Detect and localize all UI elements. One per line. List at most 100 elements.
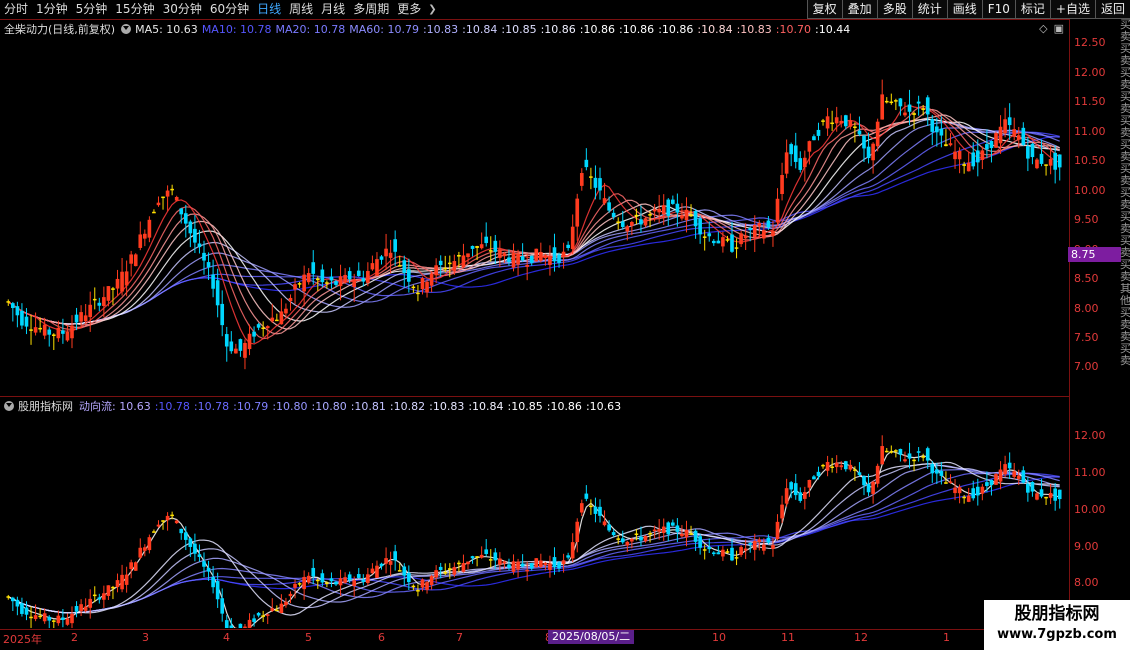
- add-watchlist-button[interactable]: +自选: [1049, 0, 1095, 19]
- candle: [816, 122, 821, 141]
- candle: [598, 499, 602, 523]
- draw-line-button[interactable]: 画线: [946, 0, 982, 19]
- candle: [953, 139, 957, 169]
- diamond-icon[interactable]: ◇: [1039, 22, 1047, 35]
- main-indicator-name[interactable]: 全柴动力(日线,前复权): [4, 21, 115, 37]
- tab-period-3[interactable]: 15分钟: [111, 0, 158, 19]
- candle: [97, 593, 102, 604]
- candle: [297, 582, 302, 587]
- sub-value: :10.78: [193, 399, 230, 413]
- x-tick: 4: [223, 631, 230, 644]
- ma-ribbon-line: [8, 461, 1060, 616]
- candle: [698, 533, 702, 555]
- sub-indicator-chart[interactable]: [0, 414, 1068, 628]
- dropdown-circle-icon[interactable]: [4, 401, 14, 411]
- candle: [1053, 145, 1057, 184]
- sub-indicator-name[interactable]: 股朋指标网: [18, 398, 73, 414]
- candle: [520, 554, 525, 568]
- x-tick: 3: [142, 631, 149, 644]
- candle: [70, 606, 74, 628]
- candle: [903, 101, 907, 118]
- x-axis: 2025年 2 3 4 5 6 7 8 10 11 12 1: [0, 630, 1070, 650]
- candle: [215, 572, 220, 608]
- candle: [111, 585, 115, 600]
- candle: [839, 115, 844, 128]
- candle: [284, 597, 288, 608]
- sub-value: :10.84: [468, 399, 504, 413]
- candle: [416, 285, 420, 302]
- candle: [616, 535, 621, 545]
- candle: [980, 146, 985, 170]
- x-tick: 2025年: [3, 633, 42, 646]
- tab-period-2[interactable]: 5分钟: [72, 0, 112, 19]
- tab-period-0[interactable]: 分时: [0, 0, 32, 19]
- chevron-right-icon[interactable]: ❯: [425, 0, 439, 19]
- candle: [106, 585, 111, 600]
- mark-button[interactable]: 标记: [1014, 0, 1050, 19]
- candle: [871, 142, 875, 174]
- window-icon[interactable]: ▣: [1054, 22, 1064, 35]
- tab-period-more[interactable]: 更多: [393, 0, 425, 19]
- candle: [306, 572, 311, 585]
- candle: [402, 255, 407, 288]
- candle: [42, 608, 47, 624]
- candle: [256, 611, 261, 618]
- candle: [989, 479, 994, 496]
- statistics-button[interactable]: 统计: [911, 0, 947, 19]
- y-tick: 11.50: [1074, 95, 1106, 108]
- tab-period-5[interactable]: 60分钟: [206, 0, 253, 19]
- candle: [1044, 164, 1048, 176]
- f10-button[interactable]: F10: [981, 0, 1015, 19]
- candle: [803, 486, 807, 510]
- tab-period-4[interactable]: 30分钟: [159, 0, 206, 19]
- candle: [857, 462, 862, 477]
- candle: [70, 315, 74, 349]
- candle: [784, 139, 789, 179]
- tab-period-9[interactable]: 多周期: [349, 0, 393, 19]
- tab-period-7[interactable]: 周线: [285, 0, 317, 19]
- candle: [1057, 154, 1062, 181]
- ma-ribbon-line: [8, 476, 1060, 614]
- candle: [306, 268, 311, 285]
- main-legend: 全柴动力(日线,前复权) MA5: 10.63 MA10: 10.78 MA20…: [4, 21, 854, 37]
- tab-period-8[interactable]: 月线: [317, 0, 349, 19]
- main-candlestick-chart[interactable]: [0, 38, 1068, 394]
- candle: [74, 601, 79, 618]
- candle: [393, 544, 397, 571]
- main-corner-icons: ◇ ▣: [1039, 22, 1064, 35]
- candle: [1003, 455, 1007, 478]
- candle: [461, 243, 466, 269]
- restore-rights-button[interactable]: 复权: [806, 0, 842, 19]
- side-signal-strip: 买卖买卖买卖买卖买卖买卖买卖买卖买卖买卖买卖其他买卖卖买卖: [1120, 19, 1130, 367]
- candle: [944, 129, 948, 147]
- current-price-badge: 8.75: [1068, 247, 1121, 262]
- tab-period-1[interactable]: 1分钟: [32, 0, 72, 19]
- y-tick: 11.00: [1074, 466, 1106, 479]
- back-button[interactable]: 返回: [1094, 0, 1130, 19]
- candle: [661, 518, 666, 541]
- dropdown-circle-icon[interactable]: [121, 24, 132, 34]
- candle: [798, 487, 803, 503]
- candle: [247, 613, 252, 628]
- candle: [793, 132, 798, 169]
- candle: [102, 585, 106, 608]
- candle: [183, 204, 188, 238]
- y-tick: 12.00: [1074, 429, 1106, 442]
- tab-period-daily[interactable]: 日线: [253, 0, 285, 19]
- extra-value: :10.44: [815, 22, 851, 36]
- overlay-button[interactable]: 叠加: [841, 0, 877, 19]
- candle: [88, 589, 93, 619]
- extra-value: :10.84: [697, 22, 733, 36]
- candle: [443, 563, 448, 576]
- candle: [170, 184, 174, 196]
- sub-value: :10.86: [546, 399, 582, 413]
- candle: [202, 552, 206, 577]
- candle: [133, 253, 138, 267]
- candle: [548, 555, 552, 578]
- x-tick: 7: [456, 631, 463, 644]
- candle: [275, 313, 279, 322]
- candle: [343, 268, 347, 284]
- multi-stock-button[interactable]: 多股: [876, 0, 912, 19]
- candle: [698, 215, 702, 244]
- candle: [994, 472, 998, 486]
